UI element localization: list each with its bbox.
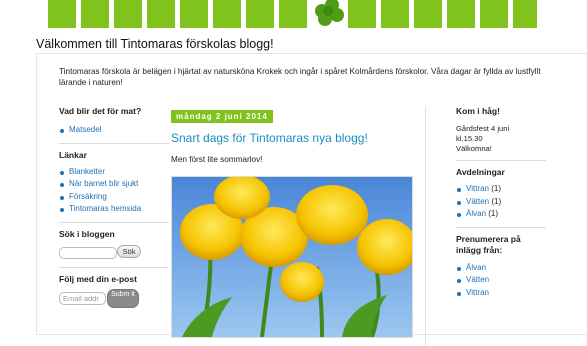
divisions-list: Vittran (1) Vätten (1) Älvan (1) bbox=[456, 183, 546, 221]
division-item[interactable]: Vätten (1) bbox=[456, 196, 546, 209]
link-matsedel[interactable]: Matsedel bbox=[59, 124, 169, 137]
yellow-tulips-photo bbox=[171, 176, 413, 338]
divider bbox=[59, 142, 169, 144]
division-item[interactable]: Vittran (1) bbox=[456, 183, 546, 196]
division-item[interactable]: Älvan (1) bbox=[456, 208, 546, 221]
header-banner bbox=[0, 0, 587, 30]
banner-square bbox=[513, 0, 537, 28]
link-homepage[interactable]: Tintomaras hemsida bbox=[59, 203, 169, 216]
banner-square bbox=[447, 0, 475, 28]
blog-title[interactable]: Välkommen till Tintomaras förskolas blog… bbox=[36, 37, 274, 51]
remember-line: kl.15.30 bbox=[456, 134, 483, 143]
subscribe-item[interactable]: Vätten bbox=[456, 274, 546, 287]
search-button[interactable]: Sök bbox=[117, 244, 141, 258]
subscribe-item[interactable]: Älvan bbox=[456, 262, 546, 275]
banner-square bbox=[246, 0, 274, 28]
banner-square bbox=[48, 0, 76, 28]
four-leaf-clover-icon bbox=[312, 0, 346, 28]
subscribe-item[interactable]: Vittran bbox=[456, 287, 546, 300]
divisions-heading: Avdelningar bbox=[456, 167, 505, 177]
banner-square bbox=[480, 0, 508, 28]
banner-square bbox=[414, 0, 442, 28]
post-date-header: måndag 2 juni 2014 bbox=[171, 110, 273, 123]
banner-square bbox=[114, 0, 142, 28]
link-insurance[interactable]: Försäkring bbox=[59, 191, 169, 204]
link-blanketter[interactable]: Blanketter bbox=[59, 166, 169, 179]
banner-square bbox=[279, 0, 307, 28]
banner-square bbox=[81, 0, 109, 28]
banner-square bbox=[348, 0, 376, 28]
divider bbox=[456, 226, 546, 228]
banner-square bbox=[147, 0, 175, 28]
subscribe-heading: Prenumerera på inlägg från: bbox=[456, 233, 521, 255]
post-title[interactable]: Snart dags för Tintomaras nya blogg! bbox=[171, 131, 419, 145]
remember-text: Gårdsfest 4 juni kl.15.30 Välkomna! bbox=[456, 124, 546, 154]
divider bbox=[59, 266, 169, 268]
right-sidebar-column: Kom i håg! Gårdsfest 4 juni kl.15.30 Väl… bbox=[425, 106, 554, 346]
tulips-image-icon bbox=[172, 177, 412, 337]
blog-description: Tintomaras förskola är belägen i hjärtat… bbox=[59, 67, 541, 87]
remember-line: Välkomna! bbox=[456, 144, 492, 153]
food-heading: Vad blir det för mat? bbox=[59, 106, 142, 116]
banner-square bbox=[213, 0, 241, 28]
banner-square bbox=[381, 0, 409, 28]
divider bbox=[59, 221, 169, 223]
links-heading: Länkar bbox=[59, 149, 87, 160]
food-list: Matsedel bbox=[59, 124, 169, 137]
post-body-text: Men först lite sommarlov! bbox=[171, 155, 263, 164]
left-sidebar: Vad blir det för mat? Matsedel Länkar Bl… bbox=[59, 106, 169, 308]
subscribe-list: Älvan Vätten Vittran bbox=[456, 262, 546, 300]
submit-button[interactable]: Subm it bbox=[107, 288, 139, 308]
follow-heading: Följ med din e-post bbox=[59, 273, 137, 284]
links-list: Blanketter När barnet blir sjukt Försäkr… bbox=[59, 166, 169, 216]
search-heading: Sök i bloggen bbox=[59, 228, 115, 239]
divider bbox=[456, 160, 546, 161]
post-area: måndag 2 juni 2014 Snart dags för Tintom… bbox=[171, 106, 419, 338]
link-sick-child[interactable]: När barnet blir sjukt bbox=[59, 178, 169, 191]
right-sidebar: Kom i håg! Gårdsfest 4 juni kl.15.30 Väl… bbox=[456, 106, 546, 299]
email-field[interactable]: Email addr bbox=[59, 291, 106, 305]
search-input[interactable] bbox=[59, 246, 117, 259]
remember-line: Gårdsfest 4 juni bbox=[456, 124, 510, 133]
remember-heading: Kom i håg! bbox=[456, 106, 500, 116]
banner-square bbox=[180, 0, 208, 28]
blog-content-frame: Tintomaras förskola är belägen i hjärtat… bbox=[36, 53, 587, 346]
